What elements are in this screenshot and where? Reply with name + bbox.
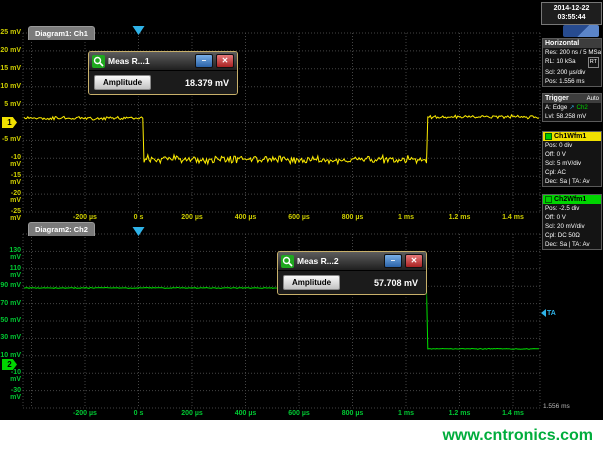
- ch2-coupling: Cpl: DC 50Ω: [543, 231, 601, 240]
- trigger-mode: Auto: [587, 96, 599, 102]
- watermark: www.cntronics.com: [442, 427, 593, 445]
- trigger-level-arrow-icon: [541, 309, 546, 317]
- ch2-offset: Off: 0 V: [543, 213, 601, 222]
- date-text: 2014-12-22: [542, 4, 601, 13]
- ch1-waveform-panel[interactable]: Ch1Wfm1 Pos: 0 div Off: 0 V Scl: 5 mV/di…: [542, 131, 602, 187]
- ch2-waveform-panel[interactable]: Ch2Wfm1 Pos: -2.5 div Off: 0 V Scl: 20 m…: [542, 194, 602, 250]
- trigger-a-label: A:: [545, 103, 551, 112]
- horizontal-panel[interactable]: Horizontal Res: 200 ns / 5 MSa/s RL: 10 …: [542, 38, 602, 87]
- horizontal-position: Pos: 1.556 ms: [543, 77, 601, 86]
- rohde-schwarz-logo: [563, 25, 599, 37]
- horizontal-scale: Scl: 200 µs/div: [543, 68, 601, 77]
- minimize-button[interactable]: –: [195, 54, 213, 68]
- horizontal-panel-title: Horizontal: [545, 40, 579, 47]
- trigger-level-label: TA: [547, 310, 556, 317]
- timebase-right-label: 1.556 ms: [543, 403, 570, 410]
- measurement-magnifier-icon: [92, 55, 105, 68]
- meas2-popup: Meas R...2 – ✕ Amplitude 57.708 mV: [277, 251, 427, 295]
- meas2-value: 57.708 mV: [374, 278, 421, 288]
- meas2-parameter-chip[interactable]: Amplitude: [283, 275, 340, 290]
- trace-Ch2Wfm1: [24, 287, 539, 349]
- trigger-source: Ch2: [577, 103, 588, 112]
- ch1-panel-title: Ch1Wfm1: [554, 133, 586, 140]
- time-text: 03:55:44: [542, 13, 601, 22]
- realtime-badge: RT: [588, 57, 599, 68]
- trigger-panel-title: Trigger: [545, 95, 569, 102]
- ch2-scale: Scl: 20 mV/div: [543, 222, 601, 231]
- ch2-panel-title: Ch2Wfm1: [554, 196, 586, 203]
- close-button[interactable]: ✕: [405, 254, 423, 268]
- datetime-display: 2014-12-22 03:55:44: [541, 2, 602, 25]
- meas1-popup: Meas R...1 – ✕ Amplitude 18.379 mV: [88, 51, 238, 95]
- measurement-magnifier-icon: [281, 255, 294, 268]
- rising-edge-icon: ↗: [569, 103, 574, 112]
- trigger-position-marker-icon[interactable]: [133, 227, 145, 236]
- horizontal-record-length: RL: 10 kSa: [545, 57, 576, 68]
- horizontal-resolution: Res: 200 ns / 5 MSa/s: [543, 48, 601, 57]
- meas2-popup-title: Meas R...2: [297, 256, 381, 266]
- channel-active-led-icon: [545, 133, 552, 140]
- ch1-decimation: Dec: Sa | TA: Av: [543, 177, 601, 186]
- ch2-pos: Pos: -2.5 div: [543, 204, 601, 213]
- trigger-position-marker-icon[interactable]: [133, 26, 145, 35]
- meas2-popup-titlebar[interactable]: Meas R...2 – ✕: [278, 252, 426, 271]
- meas2-popup-body: Amplitude 57.708 mV: [278, 271, 426, 294]
- minimize-button[interactable]: –: [384, 254, 402, 268]
- trigger-panel[interactable]: Trigger Auto A: Edge ↗ Ch2 Lvl: 58.258 m…: [542, 93, 602, 122]
- watermark-strip: www.cntronics.com: [0, 420, 603, 452]
- meas1-value: 18.379 mV: [185, 78, 232, 88]
- tab-diagram2[interactable]: Diagram2: Ch2: [28, 222, 95, 236]
- ch1-offset: Off: 0 V: [543, 150, 601, 159]
- meas1-parameter-chip[interactable]: Amplitude: [94, 75, 151, 90]
- meas1-popup-body: Amplitude 18.379 mV: [89, 71, 237, 94]
- trigger-type: Edge: [553, 103, 567, 112]
- meas1-popup-titlebar[interactable]: Meas R...1 – ✕: [89, 52, 237, 71]
- ch1-scale: Scl: 5 mV/div: [543, 159, 601, 168]
- trigger-level-marker[interactable]: TA: [541, 309, 556, 317]
- ch1-coupling: Cpl: AC: [543, 168, 601, 177]
- tab-diagram1[interactable]: Diagram1: Ch1: [28, 26, 95, 40]
- ch1-pos: Pos: 0 div: [543, 141, 601, 150]
- meas1-popup-title: Meas R...1: [108, 56, 192, 66]
- ch2-decimation: Dec: Sa | TA: Av: [543, 240, 601, 249]
- channel-active-led-icon: [545, 196, 552, 203]
- trigger-level: Lvl: 58.258 mV: [543, 112, 601, 121]
- close-button[interactable]: ✕: [216, 54, 234, 68]
- oscilloscope-screen: 25 mV20 mV15 mV10 mV5 mV-5 mV-10 mV-15 m…: [0, 0, 603, 452]
